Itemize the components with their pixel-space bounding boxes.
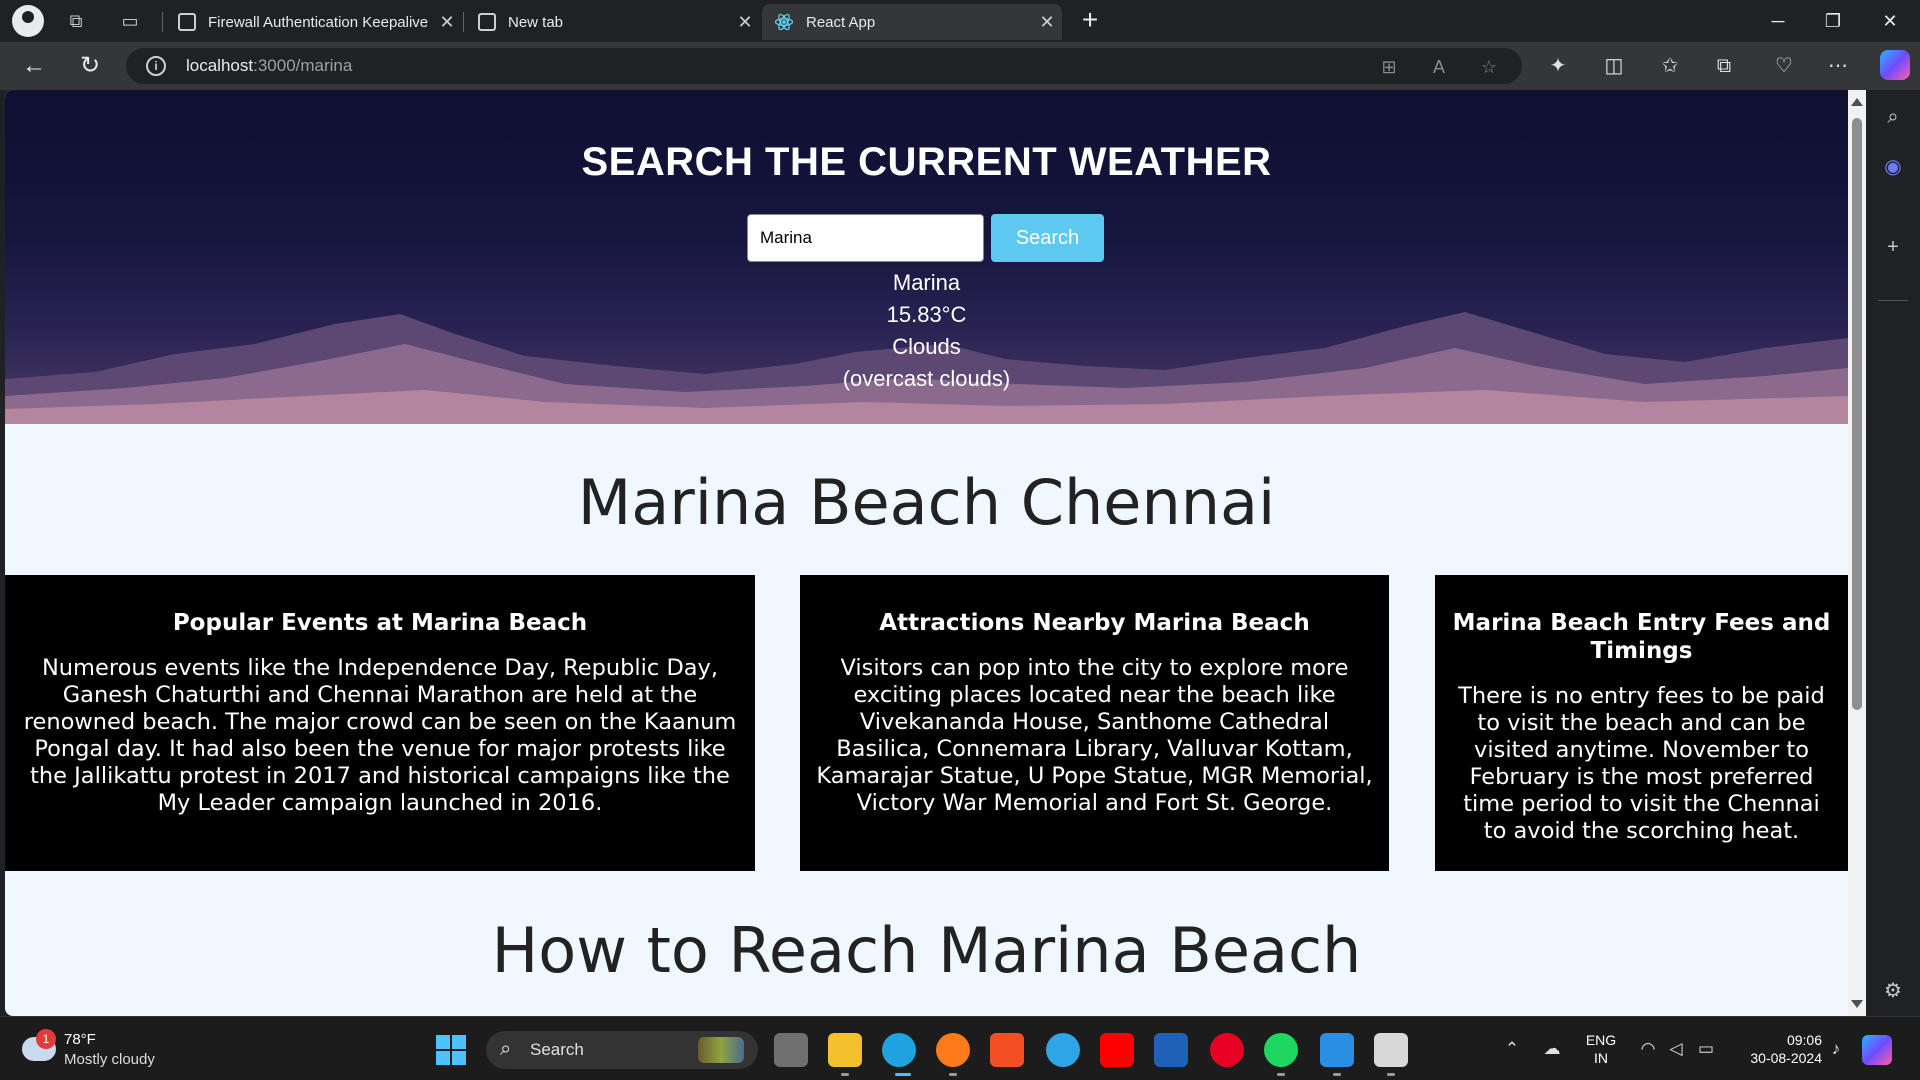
how-to-reach-heading: How to Reach Marina Beach <box>491 914 1362 987</box>
search-button[interactable]: Search <box>991 214 1104 262</box>
youtube-icon[interactable] <box>1100 1033 1134 1067</box>
edge-sidebar: ⌕ ◉ + ⚙ <box>1866 90 1920 1016</box>
firefox-icon[interactable] <box>936 1033 970 1067</box>
edge-browser-icon[interactable] <box>882 1033 916 1067</box>
help-icon[interactable] <box>1046 1033 1080 1067</box>
search-highlight-image <box>698 1037 744 1063</box>
show-hidden-icons-icon[interactable]: ⌃ <box>1500 1037 1524 1061</box>
tab-react-app[interactable]: React App ✕ <box>762 4 1062 40</box>
search-magnifier-icon: ⌕ <box>500 1038 512 1060</box>
taskbar-search-label: Search <box>530 1040 584 1059</box>
profile-avatar-icon[interactable] <box>12 5 44 37</box>
close-window-icon[interactable]: ✕ <box>1870 8 1910 34</box>
page-heading: Marina Beach Chennai <box>577 466 1276 539</box>
pinterest-icon[interactable] <box>1210 1033 1244 1067</box>
weather-hero: SEARCH THE CURRENT WEATHER Search Marina… <box>5 90 1848 424</box>
weather-description: (overcast clouds) <box>842 366 1011 391</box>
scroll-up-arrow-icon[interactable] <box>1851 98 1863 106</box>
weather-condition: Clouds <box>892 334 961 359</box>
tab-title: React App <box>806 13 876 31</box>
app-available-icon[interactable]: ⊞ <box>1378 56 1400 78</box>
address-bar[interactable]: i localhost:3000/marina ⊞ A ☆ <box>126 48 1522 84</box>
close-tab-icon[interactable]: ✕ <box>1032 12 1062 33</box>
sidebar-settings-icon[interactable]: ⚙ <box>1880 978 1906 1004</box>
site-info-icon[interactable]: i <box>146 56 166 76</box>
collections-icon[interactable]: ⧉ <box>1710 52 1738 80</box>
favorite-star-icon[interactable]: ☆ <box>1478 56 1500 78</box>
card-title: Attractions Nearby Marina Beach <box>879 610 1310 636</box>
sidebar-app-icon[interactable]: ◉ <box>1880 154 1906 180</box>
city-search-input[interactable] <box>747 214 984 262</box>
copilot-icon[interactable] <box>1880 50 1910 80</box>
page-viewport: SEARCH THE CURRENT WEATHER Search Marina… <box>5 90 1866 1016</box>
battery-icon[interactable]: ▭ <box>1694 1037 1718 1061</box>
restore-icon[interactable]: ❐ <box>1813 8 1853 34</box>
read-aloud-icon[interactable]: A <box>1428 56 1450 78</box>
file-explorer-icon[interactable] <box>828 1033 862 1067</box>
close-tab-icon[interactable]: ✕ <box>730 12 760 33</box>
start-windows-icon[interactable] <box>436 1035 466 1065</box>
weather-temperature: 15.83°C <box>886 302 967 327</box>
card-title: Marina Beach Entry Fees and Timings <box>1452 610 1831 664</box>
tab-title: Firewall Authentication Keepalive <box>208 13 429 31</box>
taskbar-search-box[interactable]: ⌕ Search <box>486 1031 758 1069</box>
sidebar-search-icon[interactable]: ⌕ <box>1880 104 1906 130</box>
workspaces-icon[interactable]: ⧉ <box>64 9 88 33</box>
favorites-icon[interactable]: ✩ <box>1656 52 1684 80</box>
myhp-icon[interactable] <box>1154 1033 1188 1067</box>
minimize-icon[interactable]: ─ <box>1758 8 1798 34</box>
microsoft-store-icon[interactable] <box>990 1033 1024 1067</box>
refresh-icon[interactable]: ↻ <box>76 52 104 80</box>
more-menu-icon[interactable]: ⋯ <box>1824 52 1852 80</box>
card-text: There is no entry fees to be paid to vis… <box>1458 683 1825 844</box>
browser-essentials-icon[interactable]: ♡ <box>1770 52 1798 80</box>
card-attractions: Attractions Nearby Marina Beach Visitors… <box>800 575 1389 871</box>
tab-new-tab[interactable]: New tab ✕ <box>466 4 760 40</box>
windows-taskbar: 1 78°F Mostly cloudy ⌕ Search ⌃ ☁ ENG IN … <box>0 1016 1920 1080</box>
taskbar-temperature[interactable]: 78°F <box>64 1031 96 1048</box>
sidebar-add-icon[interactable]: + <box>1880 234 1906 260</box>
spotify-icon[interactable] <box>1264 1033 1298 1067</box>
input-language[interactable]: ENG IN <box>1584 1031 1618 1067</box>
notification-badge: 1 <box>36 1029 56 1049</box>
page-icon <box>178 13 196 31</box>
card-text: Numerous events like the Independence Da… <box>23 655 737 816</box>
tab-firewall[interactable]: Firewall Authentication Keepalive ✕ <box>166 4 462 40</box>
extensions-icon[interactable]: ✦ <box>1544 52 1572 80</box>
scrollbar-thumb[interactable] <box>1852 118 1862 710</box>
snipping-tool-icon[interactable] <box>1374 1033 1408 1067</box>
onedrive-icon[interactable]: ☁ <box>1540 1037 1564 1061</box>
url-text[interactable]: localhost:3000/marina <box>186 56 352 76</box>
new-tab-button[interactable]: + <box>1075 6 1105 36</box>
wifi-icon[interactable]: ◠ <box>1636 1037 1660 1061</box>
weather-city: Marina <box>892 270 961 295</box>
page-scrollbar[interactable] <box>1848 90 1866 1016</box>
task-view-icon[interactable] <box>774 1033 808 1067</box>
browser-toolbar: ← ↻ i localhost:3000/marina ⊞ A ☆ ✦ ◫ ✩ … <box>0 42 1920 90</box>
copilot-taskbar-icon[interactable] <box>1862 1035 1892 1065</box>
vertical-tabs-icon[interactable]: ▭ <box>118 9 142 33</box>
react-logo-icon <box>774 13 794 31</box>
scroll-down-arrow-icon[interactable] <box>1851 1000 1863 1008</box>
speaker-muted-icon[interactable]: ◁ <box>1664 1037 1688 1061</box>
card-popular-events: Popular Events at Marina Beach Numerous … <box>5 575 755 871</box>
browser-title-bar: ⧉ ▭ Firewall Authentication Keepalive ✕ … <box>0 0 1920 42</box>
weather-title: SEARCH THE CURRENT WEATHER <box>581 140 1272 184</box>
taskbar-weather-condition[interactable]: Mostly cloudy <box>64 1051 155 1068</box>
taskbar-clock[interactable]: 09:06 30-08-2024 <box>1734 1031 1822 1067</box>
tab-title: New tab <box>508 13 564 31</box>
vscode-icon[interactable] <box>1320 1033 1354 1067</box>
back-arrow-icon[interactable]: ← <box>20 52 48 80</box>
notifications-bell-icon[interactable]: ♪ <box>1824 1037 1848 1061</box>
card-entry-fees: Marina Beach Entry Fees and Timings Ther… <box>1435 575 1848 871</box>
close-tab-icon[interactable]: ✕ <box>432 12 462 33</box>
card-text: Visitors can pop into the city to explor… <box>816 655 1373 816</box>
card-title: Popular Events at Marina Beach <box>172 610 588 636</box>
split-screen-icon[interactable]: ◫ <box>1600 52 1628 80</box>
newtab-page-icon <box>478 13 496 31</box>
